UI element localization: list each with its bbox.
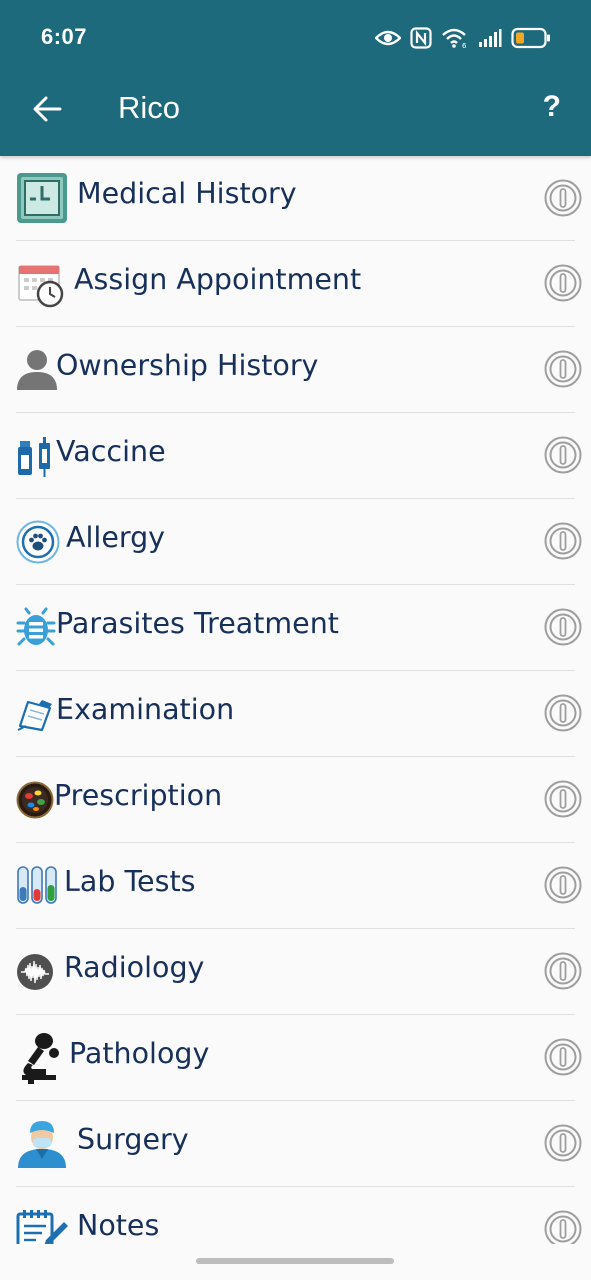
waveform-icon bbox=[16, 945, 70, 999]
medical-history-icon bbox=[16, 171, 70, 225]
menu-item-ownership-history[interactable]: Ownership History bbox=[16, 327, 582, 413]
menu-item-label: Examination bbox=[56, 693, 235, 726]
info-circle-icon[interactable] bbox=[544, 1038, 582, 1076]
menu-item-pathology[interactable]: Pathology bbox=[16, 1015, 582, 1101]
menu-item-lab-tests[interactable]: Lab Tests bbox=[16, 843, 582, 929]
back-button[interactable] bbox=[30, 92, 64, 126]
info-circle-icon[interactable] bbox=[544, 179, 582, 217]
menu-item-label: Parasites Treatment bbox=[56, 607, 339, 640]
home-indicator[interactable] bbox=[196, 1258, 394, 1264]
menu-item-label: Surgery bbox=[77, 1123, 189, 1156]
test-tubes-icon bbox=[16, 859, 70, 913]
menu-item-label: Allergy bbox=[66, 521, 166, 554]
arrow-left-icon bbox=[33, 96, 62, 122]
help-button[interactable]: ? bbox=[543, 90, 561, 124]
info-circle-icon[interactable] bbox=[544, 522, 582, 560]
menu-item-label: Ownership History bbox=[56, 349, 319, 382]
info-circle-icon[interactable] bbox=[544, 694, 582, 732]
info-circle-icon[interactable] bbox=[544, 350, 582, 388]
menu-item-notes[interactable]: Notes bbox=[16, 1187, 582, 1244]
info-circle-icon[interactable] bbox=[544, 1124, 582, 1162]
info-circle-icon[interactable] bbox=[544, 436, 582, 474]
menu-item-allergy[interactable]: Allergy bbox=[16, 499, 582, 585]
notes-pencil-icon bbox=[16, 1203, 70, 1244]
info-circle-icon[interactable] bbox=[544, 264, 582, 302]
microscope-icon bbox=[16, 1031, 70, 1085]
menu-item-label: Medical History bbox=[77, 177, 297, 210]
info-circle-icon[interactable] bbox=[544, 952, 582, 990]
menu-item-examination[interactable]: Examination bbox=[16, 671, 582, 757]
battery-icon bbox=[511, 27, 550, 49]
info-circle-icon[interactable] bbox=[544, 780, 582, 818]
nfc-icon bbox=[410, 27, 432, 49]
menu-item-label: Lab Tests bbox=[64, 865, 196, 898]
menu-item-radiology[interactable]: Radiology bbox=[16, 929, 582, 1015]
menu-item-label: Pathology bbox=[69, 1037, 210, 1070]
menu-list: Medical History Assign Appointment Owner… bbox=[0, 156, 591, 1244]
paw-icon bbox=[16, 515, 70, 569]
info-circle-icon[interactable] bbox=[544, 1210, 582, 1244]
menu-item-assign-appointment[interactable]: Assign Appointment bbox=[16, 241, 582, 327]
appointment-calendar-clock-icon bbox=[16, 257, 70, 311]
menu-item-label: Assign Appointment bbox=[74, 263, 362, 296]
menu-item-label: Notes bbox=[77, 1209, 160, 1242]
svg-text:6: 6 bbox=[462, 42, 467, 49]
page-title: Rico bbox=[118, 90, 181, 125]
surgeon-icon bbox=[16, 1117, 70, 1171]
menu-item-vaccine[interactable]: Vaccine bbox=[16, 413, 582, 499]
status-time: 6:07 bbox=[41, 24, 88, 49]
menu-item-surgery[interactable]: Surgery bbox=[16, 1101, 582, 1187]
wifi-icon: 6 bbox=[442, 28, 467, 49]
menu-item-medical-history[interactable]: Medical History bbox=[16, 156, 582, 241]
menu-item-parasites-treatment[interactable]: Parasites Treatment bbox=[16, 585, 582, 671]
info-circle-icon[interactable] bbox=[544, 608, 582, 646]
eye-icon bbox=[375, 30, 401, 46]
info-circle-icon[interactable] bbox=[544, 866, 582, 904]
menu-item-label: Prescription bbox=[54, 779, 223, 812]
menu-item-prescription[interactable]: Prescription bbox=[16, 757, 582, 843]
menu-item-label: Radiology bbox=[64, 951, 205, 984]
signal-icon bbox=[479, 29, 502, 47]
app-bar: 6:07 6 Rico ? bbox=[0, 0, 591, 156]
menu-item-label: Vaccine bbox=[56, 435, 166, 468]
status-icons: 6 bbox=[375, 22, 551, 54]
